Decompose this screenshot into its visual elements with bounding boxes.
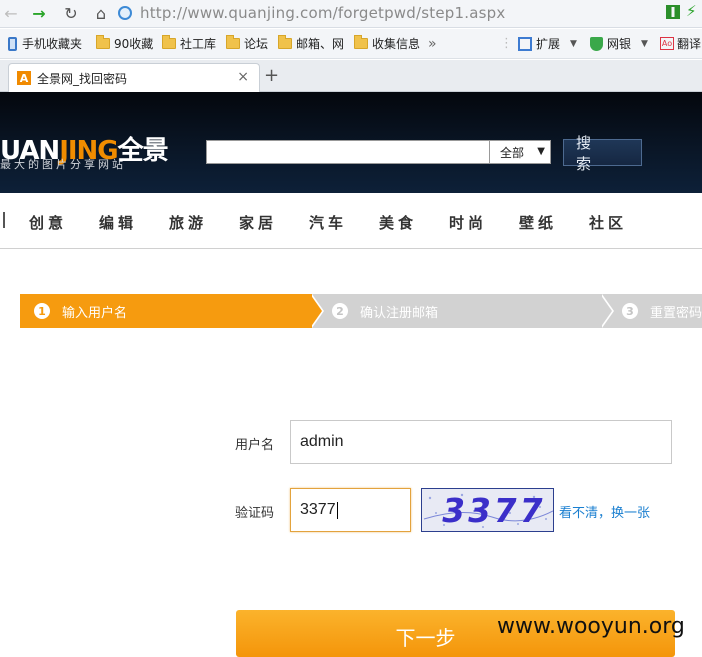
extensions-label: 扩展 [536,37,561,51]
text-caret [336,501,338,519]
site-favicon-icon: A [17,71,31,85]
folder-icon [226,35,240,49]
step-number: 1 [34,303,50,319]
search-input[interactable] [206,140,490,164]
qr-code-icon[interactable] [666,5,680,19]
bookmark-label: 社工库 [180,37,217,51]
bookmarks-bar: 手机收藏夹 90收藏 社工库 论坛 邮箱、网 收集信息 » ⋮ 扩展 ▼ 网银 … [0,29,702,59]
more-bookmarks-icon[interactable]: » [428,36,437,52]
chevron-down-icon: ▼ [570,38,577,49]
bookmark-label: 邮箱、网 [296,37,345,51]
bookmark-folder-info[interactable]: 收集信息 [354,35,420,52]
new-tab-icon[interactable]: + [264,65,279,86]
nav-item-home[interactable]: 家居 [239,212,277,233]
browser-toolbar: ← → ↻ ⌂ http://www.quanjing.com/forgetpw… [0,0,702,28]
username-label: 用户名 [235,438,275,453]
captcha-label: 验证码 [235,506,275,521]
bookmark-label: 手机收藏夹 [22,37,83,51]
close-tab-icon[interactable]: × [237,69,249,85]
search-button[interactable]: 搜 索 [563,134,642,173]
globe-icon [118,6,132,20]
shield-icon [590,36,603,51]
tab-title: 全景网_找回密码 [37,71,128,86]
captcha-image[interactable]: 3377 [421,488,554,532]
step-arrow [310,294,322,328]
forward-icon[interactable]: → [28,3,50,23]
browser-tab-active[interactable]: A 全景网_找回密码 × [8,63,260,92]
bookmark-folder-sgk[interactable]: 社工库 [162,35,216,52]
nav-item-editorial[interactable]: 编辑 [99,212,137,233]
bookmark-label: 收集信息 [372,37,421,51]
search-scope-select[interactable]: 全部 ▼ [489,140,551,164]
folder-icon [354,35,368,49]
search-scope-value: 全部 [500,145,525,160]
lightning-icon[interactable]: ⚡ [686,2,697,20]
bookmark-mobile[interactable]: 手机收藏夹 [8,35,82,52]
translate-label: 翻译 [677,37,702,51]
nav-item-community[interactable]: 社区 [589,212,627,233]
chevron-down-icon: ▼ [641,38,648,49]
watermark-text: www.wooyun.org [497,614,685,639]
bookmark-folder-mail[interactable]: 邮箱、网 [278,35,344,52]
step-label: 重置密码 [650,305,702,321]
site-header: UANJING全景 最大的图片分享网站 全部 ▼ 搜 索 [0,92,702,193]
username-field[interactable]: admin [290,420,672,464]
bank-label: 网银 [607,37,632,51]
nav-item-auto[interactable]: 汽车 [309,212,347,233]
reload-icon[interactable]: ↻ [60,3,82,23]
bank-menu[interactable]: 网银 ▼ [590,35,648,52]
step-1: 1 输入用户名 [20,294,312,328]
folder-icon [278,35,292,49]
step-label: 确认注册邮箱 [360,305,439,321]
nav-item-fashion[interactable]: 时尚 [449,212,487,233]
nav-item-food[interactable]: 美食 [379,212,417,233]
captcha-field[interactable]: 3377 [290,488,411,532]
url-text[interactable]: http://www.quanjing.com/forgetpwd/step1.… [140,4,505,22]
extensions-menu[interactable]: 扩展 ▼ [518,35,577,52]
nav-divider [3,212,5,228]
phone-icon [8,36,17,51]
tab-bar: A 全景网_找回密码 × + [0,60,702,92]
extensions-icon [518,36,532,51]
address-bar[interactable]: http://www.quanjing.com/forgetpwd/step1.… [118,2,702,24]
folder-icon [162,35,176,49]
bookmark-folder-forum[interactable]: 论坛 [226,35,268,52]
step-3: 3 重置密码 [600,294,702,328]
back-icon[interactable]: ← [0,3,22,23]
step-2: 2 确认注册邮箱 [310,294,602,328]
step-number: 3 [622,303,638,319]
folder-icon [96,35,110,49]
next-step-label: 下一步 [395,626,456,650]
refresh-captcha-link[interactable]: 看不清，换一张 [559,502,650,521]
step-arrow [600,294,612,328]
nav-item-creative[interactable]: 创意 [29,212,67,233]
username-value: admin [300,433,344,450]
bookmark-label: 90收藏 [114,37,154,51]
divider: ⋮ [500,36,513,51]
bookmark-label: 论坛 [244,37,269,51]
translate-icon: Ao [660,37,674,50]
bookmark-folder-90[interactable]: 90收藏 [96,35,153,52]
nav-item-wallpaper[interactable]: 壁纸 [519,212,557,233]
main-nav: 创意 编辑 旅游 家居 汽车 美食 时尚 壁纸 社区 [0,193,702,249]
nav-item-travel[interactable]: 旅游 [169,212,207,233]
translate-button[interactable]: Ao 翻译 [660,35,701,52]
home-icon[interactable]: ⌂ [90,3,112,23]
step-label: 输入用户名 [62,305,128,321]
captcha-text: 3377 [438,491,550,530]
step-number: 2 [332,303,348,319]
chevron-down-icon: ▼ [537,146,545,157]
logo-tagline: 最大的图片分享网站 [0,158,126,171]
progress-steps: 1 输入用户名 2 确认注册邮箱 3 重置密码 [20,294,702,328]
captcha-value: 3377 [300,501,336,518]
